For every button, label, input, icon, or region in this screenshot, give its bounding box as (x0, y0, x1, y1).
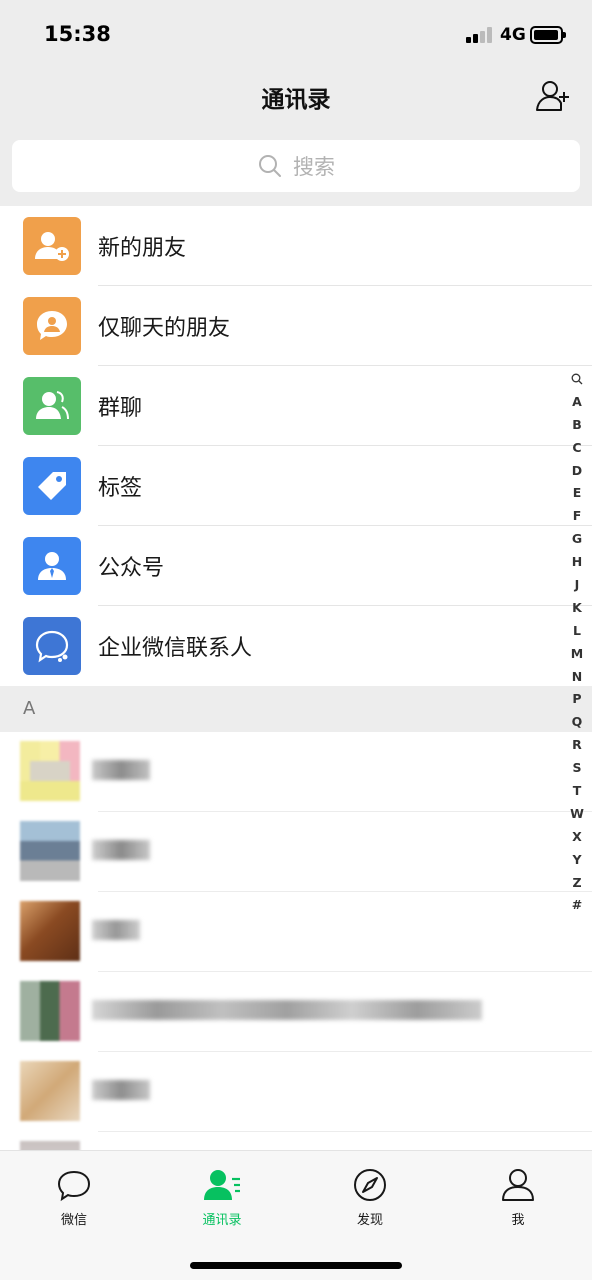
index-letter[interactable]: M (566, 643, 588, 666)
index-letter[interactable]: J (566, 574, 588, 597)
contact-item[interactable] (0, 972, 592, 1052)
chat-only-icon (23, 297, 81, 355)
avatar (20, 741, 80, 801)
status-bar: 15:38 4G (0, 0, 592, 70)
chat-bubble-icon (57, 1170, 91, 1202)
index-letter[interactable]: # (566, 894, 588, 917)
tab-label: 微信 (60, 1213, 87, 1228)
tag-icon (23, 457, 81, 515)
index-letter[interactable]: E (566, 482, 588, 505)
contact-name-redacted (92, 760, 150, 780)
feature-label: 企业微信联系人 (98, 636, 253, 661)
search-placeholder: 搜索 (293, 155, 335, 179)
feature-label: 仅聊天的朋友 (98, 316, 231, 341)
contact-item[interactable] (0, 1052, 592, 1132)
avatar (20, 1061, 80, 1121)
avatar (20, 821, 80, 881)
group-chat-icon (23, 377, 81, 435)
tab-discover[interactable]: 发现 (310, 1165, 430, 1228)
feature-list: 新的朋友 仅聊天的朋友 群聊 标签 公众号 企业微信联系人 (0, 206, 592, 686)
contact-item[interactable] (0, 892, 592, 972)
contacts-icon (204, 1170, 240, 1200)
contact-item[interactable] (0, 812, 592, 892)
feature-label: 群聊 (98, 396, 143, 421)
index-letter[interactable]: G (566, 528, 588, 551)
tab-label: 通讯录 (202, 1213, 242, 1228)
contact-name-redacted (92, 920, 140, 940)
tab-chats[interactable]: 微信 (14, 1165, 134, 1228)
new-friends-item[interactable]: 新的朋友 (0, 206, 592, 286)
index-letter[interactable]: H (566, 551, 588, 574)
group-chats-item[interactable]: 群聊 (0, 366, 592, 446)
index-letter[interactable]: Y (566, 849, 588, 872)
contact-name-redacted (92, 840, 150, 860)
compass-icon (354, 1169, 386, 1201)
index-letter[interactable]: D (566, 460, 588, 483)
contact-name-redacted (92, 1000, 482, 1020)
index-letter[interactable]: Z (566, 872, 588, 895)
contact-name-redacted (92, 1080, 150, 1100)
avatar (20, 981, 80, 1041)
tab-me[interactable]: 我 (458, 1165, 578, 1228)
profile-icon (502, 1169, 534, 1201)
index-letter[interactable]: A (566, 391, 588, 414)
contact-item[interactable] (0, 732, 592, 812)
index-letter[interactable]: W (566, 803, 588, 826)
contact-item[interactable] (0, 1132, 592, 1152)
feature-label: 标签 (98, 476, 143, 501)
home-indicator (190, 1262, 402, 1269)
official-account-icon (23, 537, 81, 595)
contact-list (0, 732, 592, 1152)
index-letter[interactable]: R (566, 734, 588, 757)
index-search-icon[interactable] (566, 368, 588, 391)
index-letter[interactable]: X (566, 826, 588, 849)
index-letter[interactable]: B (566, 414, 588, 437)
feature-label: 新的朋友 (98, 236, 187, 261)
search-input[interactable]: 搜索 (12, 140, 580, 192)
tab-label: 我 (511, 1213, 525, 1228)
index-letter[interactable]: K (566, 597, 588, 620)
section-letter: A (23, 698, 36, 719)
avatar (20, 901, 80, 961)
tab-label: 发现 (356, 1213, 383, 1228)
index-letters[interactable]: A B C D E F G H J K L M N P Q R S T W X Y Z # (566, 391, 588, 917)
index-letter[interactable]: T (566, 780, 588, 803)
index-letter[interactable]: N (566, 666, 588, 689)
index-letter[interactable]: C (566, 437, 588, 460)
wecom-contacts-item[interactable]: 企业微信联系人 (0, 606, 592, 686)
add-contact-icon[interactable] (533, 76, 573, 116)
tags-item[interactable]: 标签 (0, 446, 592, 526)
chat-only-friends-item[interactable]: 仅聊天的朋友 (0, 286, 592, 366)
page-title: 通讯录 (261, 87, 331, 113)
tab-bar: 微信 通讯录 发现 我 (0, 1150, 592, 1280)
status-time: 15:38 (44, 22, 111, 46)
battery-icon (530, 26, 566, 44)
signal-icon (466, 27, 494, 43)
alphabet-index[interactable]: A B C D E F G H J K L M N P Q R S T W X Y Z # (566, 368, 588, 917)
new-friend-icon (23, 217, 81, 275)
tab-contacts[interactable]: 通讯录 (162, 1165, 282, 1228)
index-letter[interactable]: L (566, 620, 588, 643)
index-letter[interactable]: Q (566, 711, 588, 734)
feature-label: 公众号 (98, 556, 165, 581)
search-icon (259, 155, 281, 177)
section-header: A (0, 686, 592, 732)
official-accounts-item[interactable]: 公众号 (0, 526, 592, 606)
network-type: 4G (500, 25, 526, 45)
wecom-icon (23, 617, 81, 675)
index-letter[interactable]: F (566, 505, 588, 528)
index-letter[interactable]: P (566, 688, 588, 711)
index-letter[interactable]: S (566, 757, 588, 780)
